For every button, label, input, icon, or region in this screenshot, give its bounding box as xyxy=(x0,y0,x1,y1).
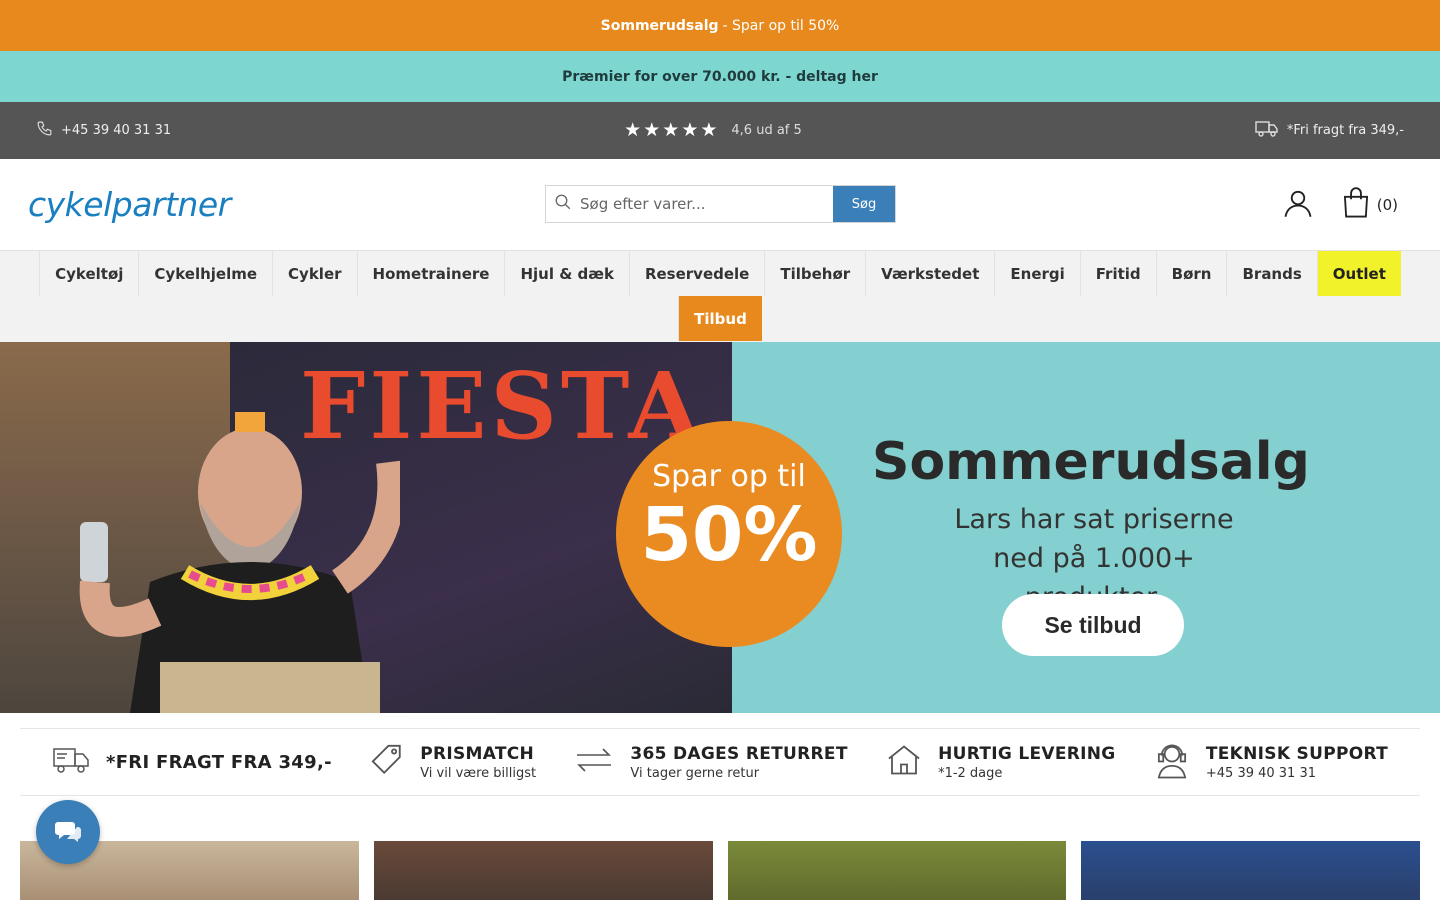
category-cards xyxy=(0,841,1440,900)
search-icon xyxy=(554,193,572,215)
hero-banner[interactable]: FIESTA Spar op til 50% Sommerudsalg Lars… xyxy=(0,342,1440,713)
usp-free-shipping[interactable]: *FRI FRAGT FRA 349,- xyxy=(52,745,332,779)
usp-bar: *FRI FRAGT FRA 349,- PRISMATCH Vi vil væ… xyxy=(20,728,1420,796)
nav-item-reservedele[interactable]: Reservedele xyxy=(630,251,766,296)
nav-item-tilbud[interactable]: Tilbud xyxy=(678,296,762,341)
star-icon: ★ xyxy=(700,119,718,141)
nav-item-energi[interactable]: Energi xyxy=(995,251,1081,296)
usp-title: HURTIG LEVERING xyxy=(938,743,1116,764)
house-icon xyxy=(886,742,922,782)
nav-item-hometrainere[interactable]: Hometrainere xyxy=(358,251,506,296)
usp-subtitle: *1-2 dage xyxy=(938,765,1003,781)
usp-title: 365 DAGES RETURRET xyxy=(630,743,848,764)
site-logo[interactable]: cykelpartner xyxy=(28,185,231,224)
category-card[interactable] xyxy=(373,841,713,900)
nav-item-cykelhjelme[interactable]: Cykelhjelme xyxy=(139,251,274,296)
nav-item-cykler[interactable]: Cykler xyxy=(273,251,358,296)
phone-info[interactable]: +45 39 40 31 31 xyxy=(36,120,171,141)
cart-icon xyxy=(1341,187,1371,223)
man-illustration xyxy=(79,412,400,713)
search-field xyxy=(546,186,833,222)
promo-bold: Sommerudsalg xyxy=(600,17,719,34)
phone-number: +45 39 40 31 31 xyxy=(61,123,172,138)
promo-text: - Spar op til 50% xyxy=(722,17,840,34)
nav-item-hjul-daek[interactable]: Hjul & dæk xyxy=(505,251,630,296)
nav-item-tilbehoer[interactable]: Tilbehør xyxy=(765,251,867,296)
chat-button[interactable] xyxy=(36,800,100,864)
nav-item-vaerkstedet[interactable]: Værkstedet xyxy=(866,251,996,296)
star-icon: ★ xyxy=(643,119,661,141)
usp-title: *FRI FRAGT FRA 349,- xyxy=(106,751,332,773)
search-button[interactable]: Søg xyxy=(833,186,895,222)
prize-bar[interactable]: Præmier for over 70.000 kr. - deltag her xyxy=(0,51,1440,102)
nav-item-outlet[interactable]: Outlet xyxy=(1317,251,1401,296)
usp-tech-support[interactable]: TEKNISK SUPPORT +45 39 40 31 31 xyxy=(1154,741,1388,783)
usp-subtitle: Vi tager gerne retur xyxy=(630,765,760,781)
usp-subtitle: +45 39 40 31 31 xyxy=(1205,765,1317,781)
circle-small-text: Spar op til xyxy=(652,459,806,494)
support-agent-icon xyxy=(1154,741,1190,783)
nav-row: Cykeltøj Cykelhjelme Cykler Hometrainere… xyxy=(0,251,1440,296)
phone-icon xyxy=(36,120,53,141)
circle-big-text: 50% xyxy=(640,492,818,578)
sale-circle: Spar op til 50% xyxy=(616,421,842,647)
shipping-info[interactable]: *Fri fragt fra 349,- xyxy=(1255,120,1404,142)
price-tag-icon xyxy=(370,743,404,781)
truck-icon xyxy=(1255,120,1279,142)
cart-button[interactable]: (0) xyxy=(1341,187,1398,223)
chat-bubble-icon xyxy=(54,818,82,847)
nav-item-cykeltoej[interactable]: Cykeltøj xyxy=(39,251,140,296)
hero-title: Sommerudsalg xyxy=(872,432,1310,492)
rating-stars: ★ ★ ★ ★ ★ xyxy=(624,121,717,140)
hero-subtitle-line1: Lars har sat priserne xyxy=(954,504,1234,535)
nav-item-brands[interactable]: Brands xyxy=(1227,251,1318,296)
usp-price-match[interactable]: PRISMATCH Vi vil være billigst xyxy=(370,743,536,781)
see-offers-button[interactable]: Se tilbud xyxy=(1002,594,1184,656)
star-icon: ★ xyxy=(681,119,699,141)
prize-text: Præmier for over 70.000 kr. - deltag her xyxy=(562,68,878,85)
star-icon: ★ xyxy=(662,119,680,141)
exchange-arrows-icon xyxy=(574,746,614,778)
usp-title: PRISMATCH xyxy=(420,743,535,764)
site-header: cykelpartner Søg (0) xyxy=(0,159,1440,250)
cart-count: (0) xyxy=(1376,196,1398,214)
main-nav: Cykeltøj Cykelhjelme Cykler Hometrainere… xyxy=(0,250,1440,342)
nav-row-2: Tilbud xyxy=(0,296,1440,341)
usp-returns[interactable]: 365 DAGES RETURRET Vi tager gerne retur xyxy=(574,744,847,781)
header-icons: (0) xyxy=(1283,187,1398,223)
usp-subtitle: Vi vil være billigst xyxy=(420,765,537,781)
truck-icon xyxy=(52,745,90,779)
nav-item-fritid[interactable]: Fritid xyxy=(1081,251,1157,296)
rating-info[interactable]: ★ ★ ★ ★ ★ 4,6 ud af 5 xyxy=(624,121,802,140)
hero-photo: FIESTA Spar op til 50% xyxy=(0,342,842,713)
promo-bar[interactable]: Sommerudsalg - Spar op til 50% xyxy=(0,0,1440,51)
search-bar: Søg xyxy=(545,185,896,223)
info-bar: +45 39 40 31 31 ★ ★ ★ ★ ★ 4,6 ud af 5 *F… xyxy=(0,102,1440,159)
usp-title: TEKNISK SUPPORT xyxy=(1205,743,1388,764)
shipping-text: *Fri fragt fra 349,- xyxy=(1286,123,1404,138)
usp-fast-delivery[interactable]: HURTIG LEVERING *1-2 dage xyxy=(886,742,1115,782)
category-card[interactable] xyxy=(727,841,1067,900)
nav-item-boern[interactable]: Børn xyxy=(1157,251,1228,296)
search-input[interactable] xyxy=(580,195,820,213)
rating-text: 4,6 ud af 5 xyxy=(731,123,802,138)
star-icon: ★ xyxy=(624,119,642,141)
account-icon[interactable] xyxy=(1283,188,1313,222)
category-card[interactable] xyxy=(1081,841,1420,900)
